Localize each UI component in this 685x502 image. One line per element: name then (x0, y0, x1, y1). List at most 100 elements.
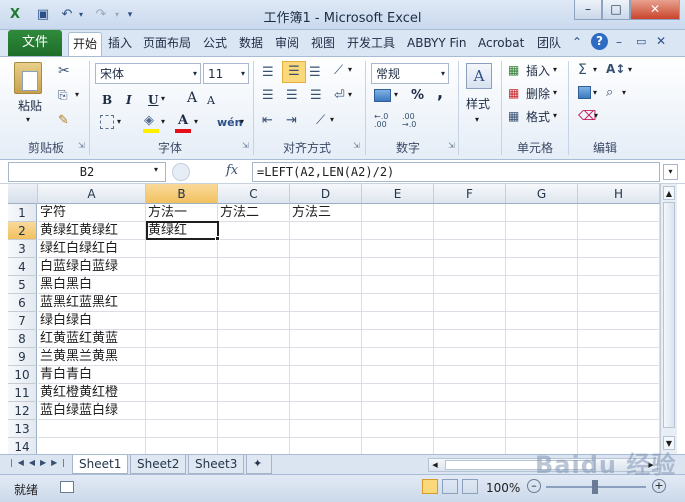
cell-b5[interactable] (146, 276, 218, 294)
cell-e5[interactable] (362, 276, 434, 294)
cell-h5[interactable] (578, 276, 660, 294)
cell-c4[interactable] (218, 258, 290, 276)
cell-a10[interactable]: 青白青白 (38, 366, 146, 384)
autosum-dropdown-icon[interactable]: ▾ (593, 65, 597, 74)
number-format-dropdown-icon[interactable]: ▾ (441, 66, 445, 82)
cut-icon[interactable]: ✂ (58, 63, 70, 79)
insert-dropdown-icon[interactable]: ▾ (553, 65, 557, 74)
row-header[interactable]: 12 (8, 402, 37, 420)
cell-c12[interactable] (218, 402, 290, 420)
align-right-icon[interactable]: ☰ (310, 88, 322, 103)
help-icon[interactable]: ? (591, 33, 608, 50)
cell-h1[interactable] (578, 204, 660, 222)
cell-e3[interactable] (362, 240, 434, 258)
cell-f5[interactable] (434, 276, 506, 294)
cell-h9[interactable] (578, 348, 660, 366)
column-header-c[interactable]: C (218, 184, 290, 204)
worksheet-grid[interactable]: A B C D E F G H 1 字符 方法一 方法二 方法三 2 黄绿红黄绿红 黄绿红 3 绿… (8, 184, 660, 454)
tab-team[interactable]: 团队 (535, 33, 563, 55)
normal-view-icon[interactable] (422, 479, 438, 494)
workbook-minimize-icon[interactable]: – (616, 35, 622, 49)
cell-f9[interactable] (434, 348, 506, 366)
underline-dropdown-icon[interactable]: ▾ (161, 94, 165, 103)
font-size-select[interactable]: 11 ▾ (203, 63, 249, 84)
cell-d12[interactable] (290, 402, 362, 420)
cell-g4[interactable] (506, 258, 578, 276)
cell-f13[interactable] (434, 420, 506, 438)
insert-cells-icon[interactable]: ▦ (508, 63, 519, 77)
cell-c6[interactable] (218, 294, 290, 312)
align-bottom-icon[interactable]: ☰ (309, 65, 321, 80)
number-format-select[interactable]: 常规 ▾ (371, 63, 449, 84)
row-header[interactable]: 7 (8, 312, 37, 330)
cell-d4[interactable] (290, 258, 362, 276)
row-header[interactable]: 5 (8, 276, 37, 294)
name-box-dropdown-icon[interactable]: ▾ (154, 165, 158, 174)
cell-g1[interactable] (506, 204, 578, 222)
cell-d7[interactable] (290, 312, 362, 330)
cell-e13[interactable] (362, 420, 434, 438)
column-header-b[interactable]: B (146, 184, 218, 204)
cell-h2[interactable] (578, 222, 660, 240)
cell-f3[interactable] (434, 240, 506, 258)
grow-font-button[interactable]: A (187, 90, 197, 106)
clear-dropdown-icon[interactable]: ▾ (594, 111, 598, 120)
cell-a3[interactable]: 绿红白绿红白 (38, 240, 146, 258)
cell-c8[interactable] (218, 330, 290, 348)
cell-e14[interactable] (362, 438, 434, 454)
cell-g8[interactable] (506, 330, 578, 348)
cell-b2[interactable]: 黄绿红 (146, 222, 218, 240)
clipboard-launcher-icon[interactable]: ⇲ (78, 141, 85, 150)
fill-handle[interactable] (215, 236, 220, 241)
styles-icon[interactable]: A (466, 63, 492, 89)
minimize-ribbon-icon[interactable]: ⌃ (572, 35, 582, 49)
row-header[interactable]: 10 (8, 366, 37, 384)
cell-e1[interactable] (362, 204, 434, 222)
comma-button[interactable]: , (437, 85, 443, 101)
vertical-scrollbar[interactable]: ▲ ▼ (660, 184, 677, 454)
format-cells-icon[interactable]: ▦ (508, 109, 519, 123)
font-name-select[interactable]: 宋体 ▾ (95, 63, 201, 84)
number-launcher-icon[interactable]: ⇲ (448, 141, 455, 150)
row-header[interactable]: 11 (8, 384, 37, 402)
bold-button[interactable]: B (102, 92, 112, 108)
cell-c7[interactable] (218, 312, 290, 330)
cell-a14[interactable] (38, 438, 146, 454)
cell-f6[interactable] (434, 294, 506, 312)
font-launcher-icon[interactable]: ⇲ (242, 141, 249, 150)
cell-a7[interactable]: 绿白绿白 (38, 312, 146, 330)
sheet-tab-sheet2[interactable]: Sheet2 (130, 455, 187, 474)
fill-dropdown-icon[interactable]: ▾ (593, 88, 597, 97)
scroll-left-icon[interactable]: ◀ (429, 459, 441, 471)
name-box[interactable]: B2 (8, 162, 166, 182)
row-header[interactable]: 3 (8, 240, 37, 258)
cell-h11[interactable] (578, 384, 660, 402)
cell-d14[interactable] (290, 438, 362, 454)
cell-f1[interactable] (434, 204, 506, 222)
cell-g10[interactable] (506, 366, 578, 384)
workbook-restore-icon[interactable]: ▭ (636, 35, 646, 48)
orientation-icon[interactable]: ⟋ (334, 63, 343, 78)
fill-color-icon[interactable]: ◈ (144, 113, 154, 128)
row-header[interactable]: 2 (8, 222, 37, 240)
delete-cells-icon[interactable]: ▦ (508, 86, 519, 100)
column-header-e[interactable]: E (362, 184, 434, 204)
copy-dropdown-icon[interactable]: ▾ (75, 90, 79, 99)
cell-g13[interactable] (506, 420, 578, 438)
delete-cells-button[interactable]: 删除 (526, 86, 550, 102)
cell-e7[interactable] (362, 312, 434, 330)
format-cells-button[interactable]: 格式 (526, 109, 550, 125)
cell-h7[interactable] (578, 312, 660, 330)
cell-c2[interactable] (218, 222, 290, 240)
styles-dropdown-icon[interactable]: ▾ (475, 115, 479, 124)
underline-button[interactable]: U (148, 92, 158, 108)
merge-dropdown-icon[interactable]: ▾ (348, 90, 352, 99)
cell-d6[interactable] (290, 294, 362, 312)
column-header-h[interactable]: H (578, 184, 660, 204)
format-dropdown-icon[interactable]: ▾ (553, 111, 557, 120)
tab-developer[interactable]: 开发工具 (345, 33, 397, 55)
autosum-icon[interactable]: Σ (578, 62, 587, 78)
sheet-tab-sheet1[interactable]: Sheet1 (72, 455, 129, 474)
macro-record-icon[interactable] (60, 481, 74, 493)
cell-d3[interactable] (290, 240, 362, 258)
